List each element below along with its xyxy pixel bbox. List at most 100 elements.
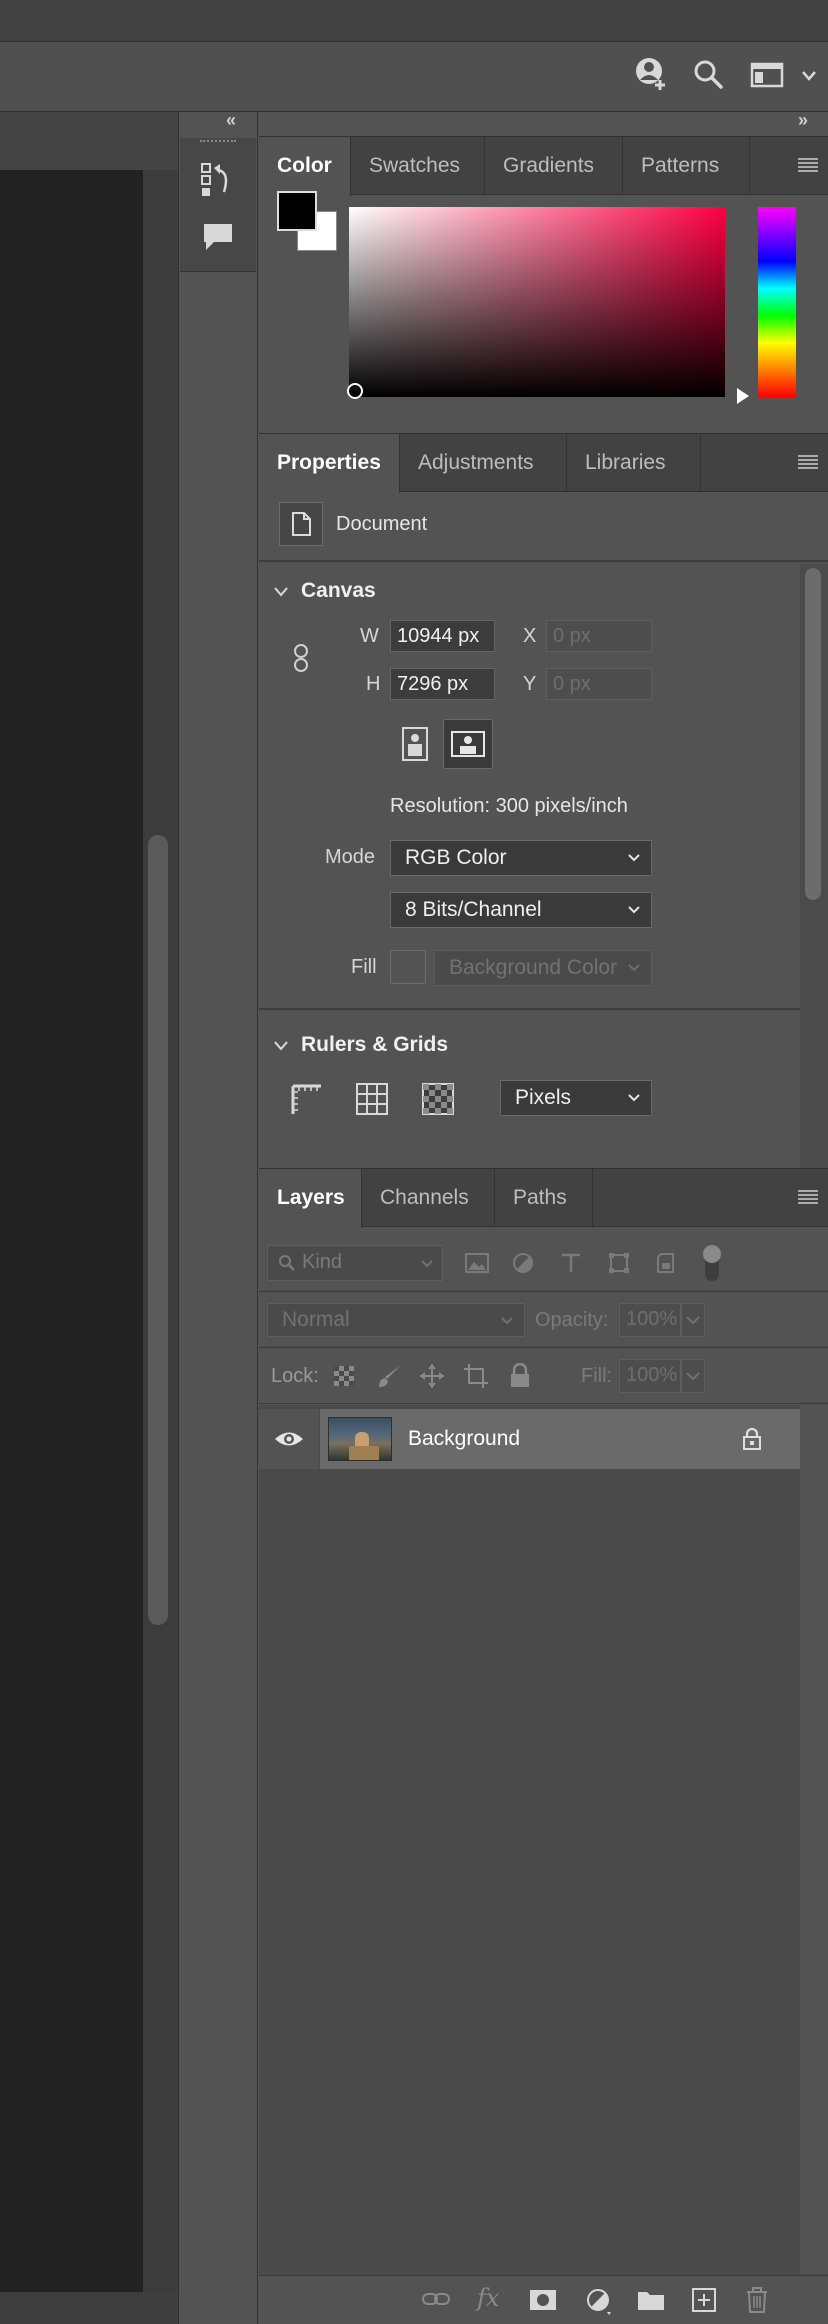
search-icon[interactable]	[692, 58, 724, 90]
share-user-icon[interactable]	[634, 56, 670, 92]
layer-filter-select[interactable]: Kind	[267, 1245, 443, 1281]
x-input[interactable]: 0 px	[546, 620, 652, 652]
tab-adjustments[interactable]: Adjustments	[400, 434, 567, 492]
document-scrollbar-thumb[interactable]	[148, 835, 168, 1625]
rulers-grids-section-title[interactable]: Rulers & Grids	[301, 1033, 448, 1057]
comment-icon[interactable]	[202, 222, 234, 252]
tab-patterns[interactable]: Patterns	[623, 137, 750, 195]
properties-panel: Properties Adjustments Libraries Documen…	[259, 433, 828, 1168]
y-input[interactable]: 0 px	[546, 668, 652, 700]
link-icon[interactable]	[421, 2289, 451, 2309]
lock-paint-icon[interactable]	[377, 1363, 403, 1389]
divider	[259, 560, 828, 562]
layer-name[interactable]: Background	[408, 1427, 520, 1451]
document-label: Document	[336, 513, 428, 535]
canvas-section-title[interactable]: Canvas	[301, 579, 376, 603]
chevron-down-icon[interactable]	[273, 586, 289, 598]
link-dimensions-icon[interactable]	[293, 643, 309, 673]
lock-artboard-icon[interactable]	[463, 1363, 489, 1389]
history-icon[interactable]	[200, 162, 236, 198]
pixel-layer-filter-icon[interactable]	[464, 1251, 490, 1275]
properties-scrollbar-thumb[interactable]	[805, 568, 821, 900]
lock-move-icon[interactable]	[419, 1363, 445, 1389]
panel-menu-icon[interactable]	[798, 1189, 818, 1205]
mode-select[interactable]: RGB Color	[390, 840, 652, 876]
opacity-dropdown-button[interactable]	[681, 1303, 705, 1337]
color-field[interactable]	[349, 207, 725, 397]
dock-tools	[180, 138, 256, 272]
fill-input[interactable]: 100%	[619, 1359, 681, 1393]
layers-list	[259, 1405, 800, 2275]
blend-mode-select[interactable]: Normal	[267, 1303, 525, 1337]
divider	[259, 1403, 828, 1404]
mask-icon[interactable]	[529, 2288, 557, 2312]
y-label: Y	[523, 673, 537, 695]
tab-gradients[interactable]: Gradients	[485, 137, 623, 195]
ruler-icon[interactable]	[289, 1082, 323, 1116]
layer-visibility-cell[interactable]	[259, 1409, 319, 1469]
grip-icon[interactable]	[200, 140, 236, 146]
fill-dropdown-button[interactable]	[681, 1359, 705, 1393]
tab-libraries[interactable]: Libraries	[567, 434, 701, 492]
layer-lock-icon	[742, 1427, 762, 1451]
opacity-input[interactable]: 100%	[619, 1303, 681, 1337]
blend-mode-value: Normal	[282, 1308, 350, 1331]
chevron-down-icon	[500, 1316, 514, 1326]
collapse-left-icon[interactable]: ‹‹	[226, 110, 236, 131]
tab-paths[interactable]: Paths	[495, 1169, 593, 1227]
color-picker-handle[interactable]	[347, 383, 363, 399]
workspace-icon[interactable]	[750, 62, 784, 88]
portrait-orientation-button[interactable]	[398, 724, 432, 764]
lock-transparent-icon[interactable]	[333, 1365, 355, 1387]
hue-slider[interactable]	[758, 207, 796, 397]
layer-row-body[interactable]: Background	[320, 1409, 800, 1469]
bit-depth-select-value: 8 Bits/Channel	[405, 898, 542, 921]
width-input[interactable]: 10944 px	[390, 620, 495, 652]
fill-swatch[interactable]	[390, 950, 426, 984]
layers-bottom-toolbar: fx	[259, 2275, 828, 2324]
panel-menu-icon[interactable]	[798, 454, 818, 470]
tab-properties[interactable]: Properties	[259, 434, 400, 493]
bit-depth-select[interactable]: 8 Bits/Channel	[390, 892, 652, 928]
collapse-right-icon[interactable]: ››	[798, 110, 808, 131]
lock-all-icon[interactable]	[509, 1363, 531, 1389]
eye-icon[interactable]	[274, 1430, 304, 1448]
width-label: W	[360, 625, 379, 647]
adjustment-icon[interactable]	[585, 2288, 615, 2316]
ruler-units-select[interactable]: Pixels	[500, 1080, 652, 1116]
chevron-down-icon	[627, 853, 641, 863]
chevron-down-icon	[627, 905, 641, 915]
options-bar	[0, 42, 828, 112]
layers-panel-tabbar: Layers Channels Paths	[259, 1169, 828, 1228]
smart-object-filter-icon[interactable]	[655, 1251, 679, 1275]
grid-icon[interactable]	[355, 1082, 389, 1116]
folder-icon[interactable]	[637, 2288, 665, 2312]
fill-select[interactable]: Background Color	[434, 950, 652, 986]
hue-slider-handle[interactable]	[737, 388, 749, 404]
filter-toggle[interactable]	[703, 1245, 721, 1281]
shape-filter-icon[interactable]	[607, 1251, 631, 1275]
tab-swatches[interactable]: Swatches	[351, 137, 485, 195]
fx-icon[interactable]: fx	[477, 2284, 499, 2312]
trash-icon[interactable]	[745, 2286, 769, 2314]
type-filter-icon[interactable]	[559, 1251, 583, 1275]
landscape-orientation-button[interactable]	[443, 719, 493, 769]
layer-row[interactable]: Background	[259, 1409, 800, 1469]
adjustment-filter-icon[interactable]	[511, 1251, 535, 1275]
panel-menu-icon[interactable]	[798, 157, 818, 173]
divider	[259, 1347, 828, 1348]
foreground-color-swatch[interactable]	[277, 191, 317, 231]
tab-layers[interactable]: Layers	[259, 1169, 362, 1228]
tab-color[interactable]: Color	[259, 137, 351, 196]
search-icon	[278, 1254, 296, 1272]
tab-channels[interactable]: Channels	[362, 1169, 495, 1227]
layer-thumbnail	[328, 1417, 392, 1461]
height-input[interactable]: 7296 px	[390, 668, 495, 700]
height-label: H	[366, 673, 381, 695]
new-layer-icon[interactable]	[691, 2287, 717, 2313]
chevron-down-icon	[420, 1259, 434, 1269]
chevron-down-icon[interactable]	[273, 1040, 289, 1052]
fill-label: Fill:	[581, 1365, 613, 1387]
chevron-down-icon[interactable]	[801, 70, 817, 82]
pixel-grid-icon[interactable]	[421, 1082, 455, 1116]
